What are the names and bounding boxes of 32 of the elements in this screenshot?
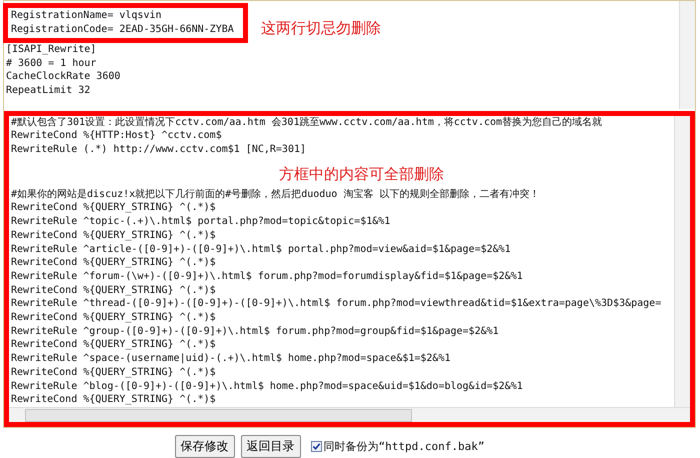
- code-line: RewriteRule (.*) http://www.cctv.com$1 [NC,R=301]: [10, 143, 308, 157]
- code-line: RegistrationName= vlqsvin: [11, 9, 163, 22]
- form-button[interactable]: 保存修改: [174, 435, 235, 458]
- code-line: RegistrationCode= 2EAD-35GH-66NN-ZYBA: [11, 22, 235, 36]
- annotation-note: 这两行切忌勿删除: [261, 18, 381, 38]
- code-line: RewriteCond %{QUERY_STRING} ^(.*)$: [10, 284, 217, 298]
- code-line: RewriteRule ^thread-([0-9]+)-([0-9]+)-([0-9]+)\.html$ forum.php?mod=viewthread&tid=$1&extra=page\%3D$3&page=: [10, 297, 662, 312]
- code-line: RewriteRule ^space-(username|uid)-(.+)\.html$ home.php?mod=space&$1=$2&%1: [10, 352, 452, 366]
- code-line: RewriteCond %{QUERY_STRING} ^(.*)$: [10, 338, 217, 352]
- checkbox-label: 同时备份为“httpd.conf.bak”: [324, 439, 484, 454]
- code-line: RewriteRule ^blog-([0-9]+)-([0-9]+)\.html$ home.php?mod=space&uid=$1&do=blog&id=$2&%1: [10, 380, 524, 394]
- code-line: RewriteCond %{QUERY_STRING} ^(.*)$: [10, 228, 217, 243]
- code-line: CacheClockRate 3600: [5, 70, 122, 84]
- code-line: #默认包含了301设置：此设置情况下cctv.com/aa.htm 会301跳至www.cctv.com/aa.htm，将cctv.com替换为您自己的域名就: [10, 116, 604, 130]
- checkbox[interactable]: [310, 441, 322, 452]
- code-line: RewriteCond %{QUERY_STRING} ^(.*)$: [10, 201, 217, 216]
- code-line: RewriteRule ^group-([0-9]+)-([0-9]+)\.html$ forum.php?mod=group&fid=$1&page=$2&%1: [10, 324, 500, 338]
- text-editor[interactable]: [3, 0, 696, 428]
- code-line: RewriteCond %{HTTP:Host} ^cctv.com$: [10, 129, 223, 144]
- code-line: RepeatLimit 32: [5, 84, 92, 97]
- code-line: RewriteRule ^article-([0-9]+)-([0-9]+)\.html$ portal.php?mod=view&aid=$1&page=$2&%1: [10, 242, 512, 256]
- annotation-note: 方框中的内容可全部删除: [279, 164, 444, 184]
- form-button[interactable]: 返回目录: [240, 435, 301, 458]
- code-line: #如果你的网站是discuz!x就把以下几行前面的#号删除，然后把duoduo 淘宝客 以下的规则全部删除，二者有冲突！: [10, 188, 540, 202]
- code-line: RewriteCond %{QUERY_STRING} ^(.*)$: [10, 311, 217, 325]
- code-line: RewriteCond %{QUERY_STRING} ^(.*)$: [10, 393, 217, 407]
- code-line: [ISAPI_Rewrite]: [5, 43, 98, 56]
- code-line: RewriteRule ^forum-(\w+)-([0-9]+)\.html$ forum.php?mod=forumdisplay&fid=$1&page=$2&%1: [10, 270, 524, 284]
- code-line: RewriteCond %{QUERY_STRING} ^(.*)$: [10, 366, 217, 380]
- code-line: # 3600 = 1 hour: [5, 56, 98, 70]
- code-line: RewriteRule ^topic-(.+)\.html$ portal.php?mod=topic&topic=$1&%1: [10, 215, 392, 229]
- code-line: RewriteCond %{QUERY_STRING} ^(.*)$: [10, 256, 217, 270]
